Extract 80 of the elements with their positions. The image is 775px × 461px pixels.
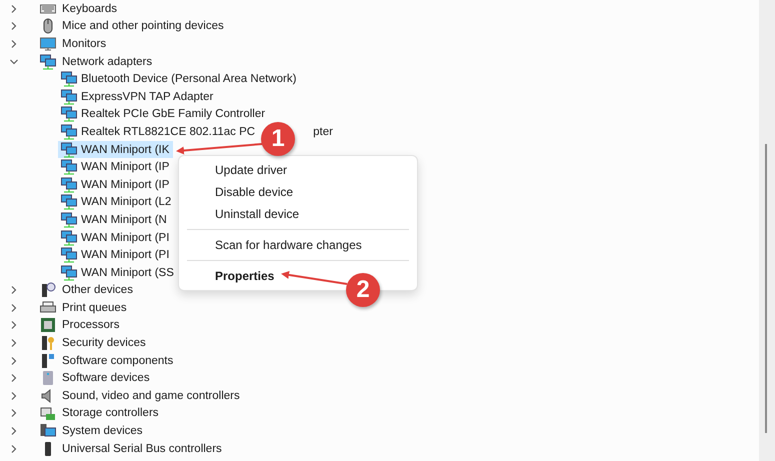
- category-label[interactable]: Universal Serial Bus controllers: [60, 442, 224, 456]
- device-label: WAN Miniport (N: [81, 214, 167, 226]
- expand-chevron-icon[interactable]: [10, 427, 18, 436]
- security-icon: [40, 335, 56, 352]
- menu-item[interactable]: Uninstall device: [179, 203, 417, 225]
- expand-chevron-icon[interactable]: [10, 22, 18, 30]
- monitor-icon: [40, 36, 56, 52]
- callout-arrow: [281, 270, 348, 285]
- device-item[interactable]: WAN Miniport (IP: [58, 176, 174, 194]
- expand-chevron-icon[interactable]: [10, 409, 18, 418]
- chip-icon: [40, 317, 56, 334]
- expand-chevron-icon[interactable]: [10, 444, 18, 453]
- step-badge: 2: [346, 273, 380, 307]
- network-icon: [61, 264, 77, 281]
- step-badge: 1: [261, 122, 295, 156]
- network-icon: [61, 247, 77, 264]
- device-label: Realtek RTL8821CE 802.11ac PC: [81, 126, 256, 138]
- device-label: ExpressVPN TAP Adapter: [81, 90, 214, 103]
- network-icon: [61, 212, 77, 228]
- device-item[interactable]: Realtek RTL8821CE 802.11ac PC: [58, 123, 260, 141]
- device-item[interactable]: WAN Miniport (SS: [58, 264, 178, 282]
- network-icon: [61, 124, 77, 140]
- menu-item[interactable]: Update driver: [179, 159, 417, 181]
- expand-chevron-icon[interactable]: [10, 321, 18, 330]
- expand-chevron-icon[interactable]: [10, 286, 18, 294]
- device-item[interactable]: Bluetooth Device (Personal Area Network): [58, 70, 300, 88]
- network-icon: [61, 106, 77, 122]
- device-item[interactable]: ExpressVPN TAP Adapter: [58, 88, 218, 106]
- network-icon: [61, 176, 77, 193]
- category-label[interactable]: Mice and other pointing devices: [60, 19, 226, 34]
- network-icon: [61, 88, 77, 105]
- scrollbar[interactable]: [759, 0, 775, 461]
- device-item[interactable]: WAN Miniport (PI: [58, 246, 174, 264]
- category-label[interactable]: Software components: [60, 354, 176, 368]
- system-icon: [40, 423, 56, 440]
- device-label: WAN Miniport (PI: [81, 249, 170, 262]
- device-item[interactable]: WAN Miniport (N: [58, 211, 171, 229]
- device-label: Bluetooth Device (Personal Area Network): [81, 73, 296, 86]
- device-label: WAN Miniport (IP: [81, 178, 170, 191]
- device-label: WAN Miniport (IK: [81, 144, 170, 156]
- device-label: WAN Miniport (PI: [81, 232, 170, 244]
- device-label-fragment: pter: [313, 126, 333, 138]
- network-icon: [61, 230, 77, 246]
- category-label[interactable]: Sound, video and game controllers: [60, 388, 242, 403]
- device-item[interactable]: WAN Miniport (IK: [58, 140, 174, 158]
- storage-icon: [40, 405, 56, 422]
- category-label[interactable]: Software devices: [60, 371, 152, 386]
- device-label: WAN Miniport (L2: [81, 196, 172, 208]
- expand-chevron-icon[interactable]: [10, 374, 18, 382]
- category-label[interactable]: Print queues: [60, 300, 129, 315]
- network-icon: [61, 194, 77, 210]
- network-icon: [40, 54, 56, 70]
- network-icon: [61, 142, 77, 158]
- category-label[interactable]: Other devices: [60, 283, 135, 298]
- expand-chevron-icon[interactable]: [10, 339, 18, 348]
- device-label: WAN Miniport (IP: [81, 161, 170, 174]
- category-label[interactable]: Security devices: [60, 336, 148, 350]
- device-item[interactable]: WAN Miniport (L2: [58, 194, 176, 212]
- category-label[interactable]: Keyboards: [60, 2, 119, 16]
- expand-chevron-icon[interactable]: [10, 4, 18, 13]
- expand-chevron-icon[interactable]: [10, 304, 18, 312]
- network-icon: [61, 159, 77, 176]
- device-item[interactable]: WAN Miniport (PI: [58, 228, 174, 246]
- category-label[interactable]: Monitors: [60, 36, 108, 51]
- device-item[interactable]: Realtek PCIe GbE Family Controller: [58, 106, 270, 124]
- category-label[interactable]: Processors: [60, 318, 122, 332]
- device-label: Realtek PCIe GbE Family Controller: [81, 108, 266, 120]
- expand-chevron-icon[interactable]: [10, 356, 18, 365]
- network-icon: [61, 71, 77, 88]
- category-label[interactable]: Storage controllers: [60, 406, 161, 420]
- expand-chevron-icon[interactable]: [10, 40, 18, 48]
- menu-item[interactable]: Scan for hardware changes: [179, 234, 417, 256]
- menu-item[interactable]: Disable device: [179, 181, 417, 203]
- device-label: WAN Miniport (SS: [81, 266, 174, 279]
- category-label[interactable]: System devices: [60, 424, 145, 438]
- expand-chevron-icon[interactable]: [10, 392, 18, 400]
- tower-icon: [40, 370, 56, 386]
- category-label[interactable]: Network adapters: [60, 54, 154, 69]
- collapse-chevron-icon[interactable]: [10, 58, 18, 66]
- device-item[interactable]: WAN Miniport (IP: [58, 158, 174, 176]
